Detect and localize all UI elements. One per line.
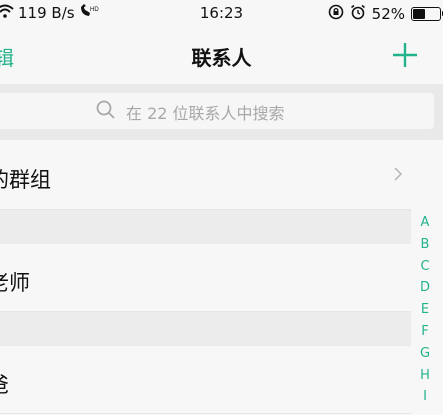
search-placeholder: 在 22 位联系人中搜索 <box>126 104 285 123</box>
index-letter-i[interactable]: I <box>423 386 427 408</box>
section-header <box>0 312 411 346</box>
search-placeholder-group: 在 22 位联系人中搜索 <box>96 100 285 124</box>
alphabet-index-bar[interactable]: ABCDEFGHI <box>417 212 433 408</box>
battery-level <box>413 9 425 19</box>
section-header <box>0 210 411 244</box>
index-letter-a[interactable]: A <box>421 212 430 234</box>
contact-name: 老师 <box>0 271 30 295</box>
search-input[interactable]: 在 22 位联系人中搜索 <box>0 93 434 129</box>
page-title: 联系人 <box>191 46 252 70</box>
contact-list: 的群组 老师 爸 <box>0 140 411 414</box>
search-icon <box>96 100 116 124</box>
search-container: 在 22 位联系人中搜索 <box>0 84 443 140</box>
status-bar: 119 B/s HD 16:23 52% <box>0 0 443 30</box>
index-letter-g[interactable]: G <box>420 343 430 365</box>
battery-icon <box>411 7 443 21</box>
index-letter-f[interactable]: F <box>421 321 428 343</box>
chevron-right-icon <box>394 167 403 181</box>
index-letter-h[interactable]: H <box>420 365 430 387</box>
index-letter-c[interactable]: C <box>420 256 429 278</box>
plus-icon <box>393 43 417 67</box>
contact-row[interactable]: 老师 <box>0 244 411 312</box>
index-letter-d[interactable]: D <box>420 277 430 299</box>
my-groups-row[interactable]: 的群组 <box>0 140 411 210</box>
contact-name: 爸 <box>0 369 9 399</box>
status-right: 52% <box>328 4 443 24</box>
index-letter-b[interactable]: B <box>421 234 430 256</box>
battery-percent: 52% <box>371 5 405 23</box>
index-letter-e[interactable]: E <box>421 299 429 321</box>
nav-bar: 辑 联系人 <box>0 30 443 80</box>
alarm-icon <box>350 4 366 24</box>
my-groups-label: 的群组 <box>0 168 51 192</box>
contacts-screen: 119 B/s HD 16:23 52% 辑 联系人 在 22 位联系人中搜索 … <box>0 0 443 415</box>
contact-row[interactable]: 爸 <box>0 346 411 414</box>
add-contact-button[interactable] <box>391 41 419 69</box>
rotation-lock-icon <box>328 4 344 24</box>
